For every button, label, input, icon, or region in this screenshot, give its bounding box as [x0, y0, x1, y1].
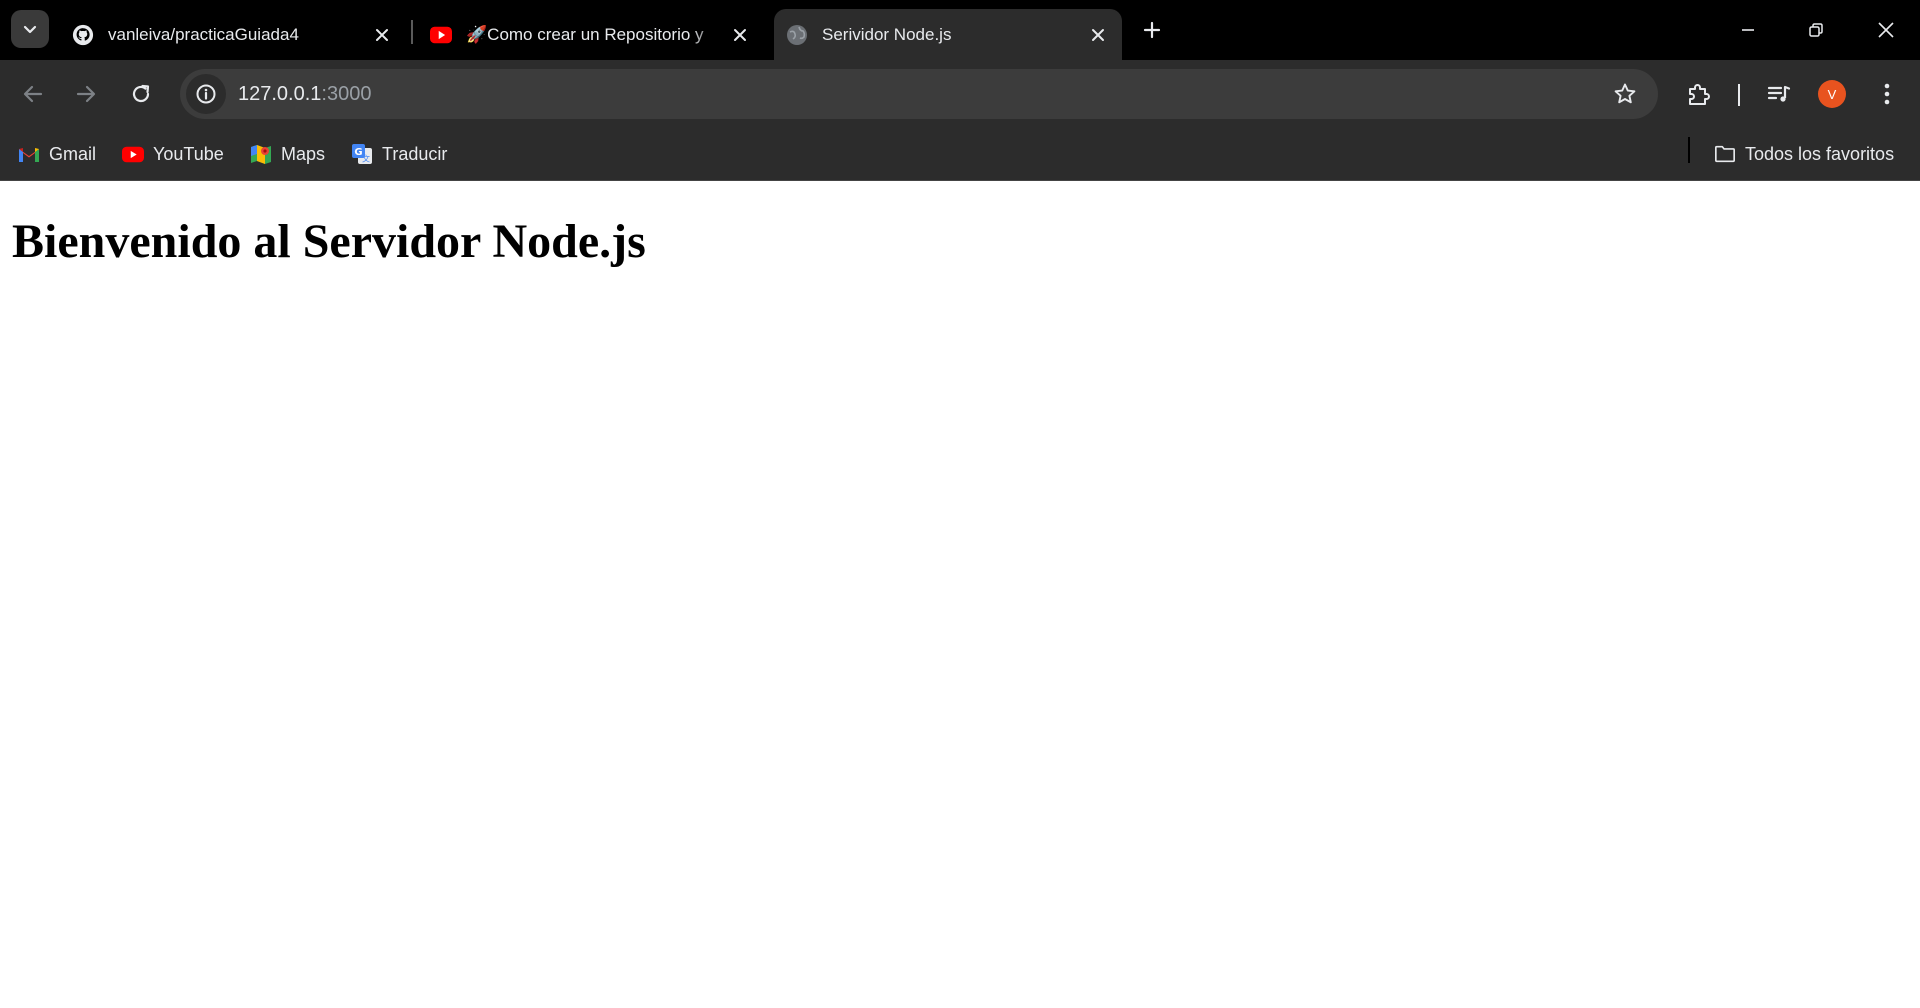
- tab-search-button[interactable]: [11, 10, 49, 48]
- more-vertical-icon: [1884, 83, 1890, 105]
- maps-icon: [250, 143, 272, 165]
- puzzle-icon: [1689, 84, 1710, 105]
- bookmark-maps[interactable]: Maps: [250, 140, 325, 168]
- new-tab-button[interactable]: [1136, 14, 1168, 46]
- gmail-icon: [18, 143, 40, 165]
- restore-button[interactable]: [1782, 0, 1850, 60]
- tab-youtube[interactable]: 🚀Como crear un Repositorio y: [418, 9, 764, 60]
- site-info-button[interactable]: [186, 74, 226, 114]
- media-controls-button[interactable]: [1759, 74, 1799, 114]
- info-icon: [196, 84, 216, 104]
- reload-icon: [132, 84, 150, 103]
- tab-strip: vanleiva/practicaGuiada4 🚀Como crear un …: [0, 0, 1920, 60]
- forward-button[interactable]: [66, 74, 106, 114]
- arrow-right-icon: [76, 85, 96, 103]
- browser-toolbar: 127.0.0.1:3000 V: [0, 60, 1920, 128]
- bookmark-gmail[interactable]: Gmail: [18, 140, 96, 168]
- url-port: :3000: [321, 82, 372, 105]
- restore-icon: [1809, 23, 1823, 37]
- tab-title: vanleiva/practicaGuiada4: [108, 24, 299, 44]
- plus-icon: [1143, 21, 1161, 39]
- profile-avatar[interactable]: V: [1818, 80, 1846, 108]
- arrow-left-icon: [23, 85, 43, 103]
- translate-icon: G文: [351, 143, 373, 165]
- star-icon: [1614, 83, 1636, 104]
- url-host: 127.0.0.1: [238, 82, 322, 105]
- bookmarks-bar: Gmail YouTube Maps G文 Traducir Todos los…: [0, 128, 1920, 181]
- extensions-button[interactable]: [1679, 74, 1719, 114]
- menu-button[interactable]: [1867, 74, 1907, 114]
- bookmark-youtube[interactable]: YouTube: [122, 140, 224, 168]
- folder-icon: [1714, 143, 1736, 165]
- close-window-button[interactable]: [1852, 0, 1920, 60]
- back-button[interactable]: [13, 74, 53, 114]
- bookmark-label: Gmail: [49, 143, 97, 164]
- all-bookmarks-button[interactable]: Todos los favoritos: [1714, 140, 1894, 168]
- toolbar-separator: [1738, 84, 1740, 106]
- url-text[interactable]: 127.0.0.1:3000: [238, 83, 371, 106]
- reload-button[interactable]: [121, 74, 161, 114]
- minimize-button[interactable]: [1714, 0, 1782, 60]
- chevron-down-icon: [23, 25, 37, 34]
- bookmark-translate[interactable]: G文 Traducir: [351, 140, 447, 168]
- tab-active[interactable]: Serividor Node.js: [774, 9, 1122, 60]
- globe-icon: [786, 24, 808, 46]
- minimize-icon: [1742, 29, 1754, 31]
- svg-text:文: 文: [362, 154, 370, 164]
- close-tab-icon[interactable]: [370, 23, 394, 47]
- bookmark-label: YouTube: [153, 143, 224, 164]
- bookmark-label: Maps: [281, 143, 326, 164]
- tab-title: 🚀Como crear un Repositorio y: [466, 24, 704, 44]
- bookmark-star-button[interactable]: [1608, 77, 1642, 111]
- youtube-icon: [122, 143, 144, 165]
- bookmark-label: Traducir: [382, 143, 448, 164]
- tab-github[interactable]: vanleiva/practicaGuiada4: [60, 9, 406, 60]
- close-icon: [1878, 22, 1894, 38]
- close-tab-icon[interactable]: [728, 23, 752, 47]
- close-tab-icon[interactable]: [1086, 23, 1110, 47]
- all-bookmarks-label: Todos los favoritos: [1745, 143, 1895, 164]
- tab-title: Serividor Node.js: [822, 24, 952, 44]
- github-icon: [72, 24, 94, 46]
- tab-separator: [411, 20, 413, 44]
- page-content: Bienvenido al Servidor Node.js: [0, 182, 1920, 1008]
- page-heading: Bienvenido al Servidor Node.js: [12, 215, 646, 268]
- bookmarks-separator: [1688, 137, 1690, 163]
- playlist-music-icon: [1767, 85, 1791, 102]
- youtube-icon: [430, 24, 452, 46]
- address-bar[interactable]: 127.0.0.1:3000: [180, 69, 1658, 119]
